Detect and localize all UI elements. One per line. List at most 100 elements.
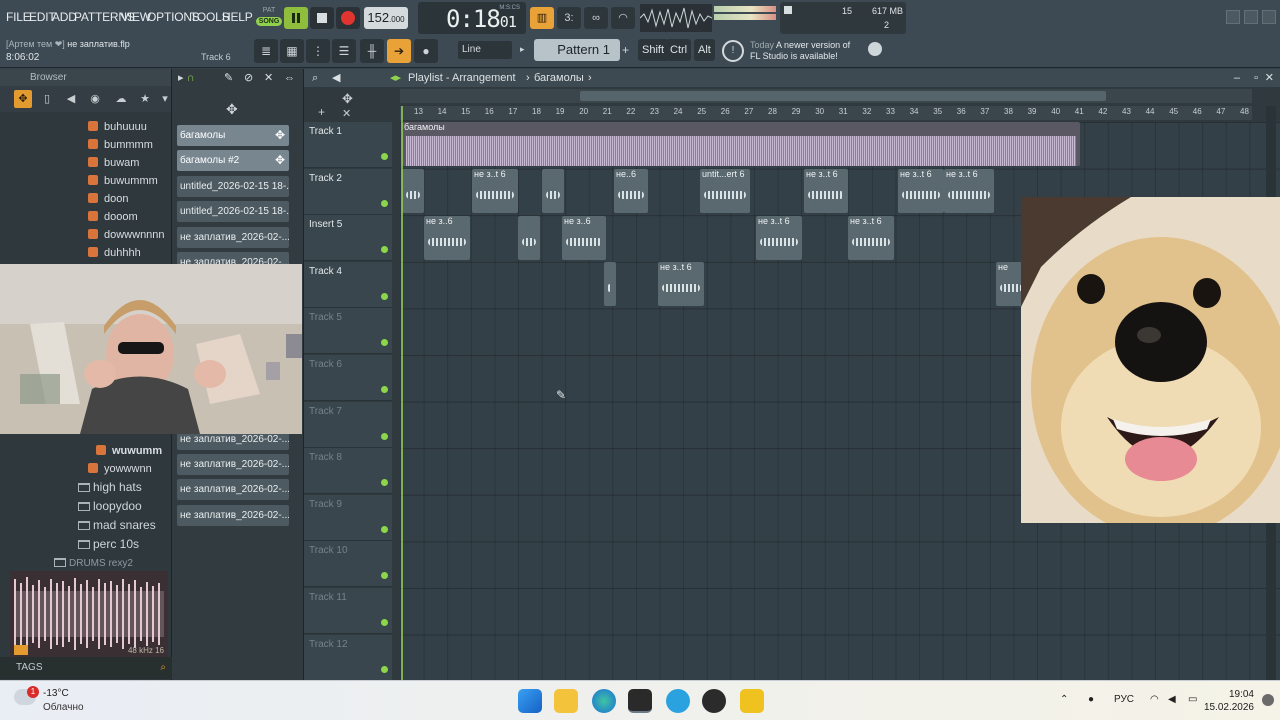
- telegram-icon[interactable]: [666, 689, 690, 713]
- snap-select[interactable]: Line: [458, 41, 512, 59]
- tool-delete-icon[interactable]: ⊘: [244, 69, 253, 87]
- track-mute-led[interactable]: [381, 339, 388, 347]
- picker-move-icon[interactable]: ✥: [226, 101, 238, 118]
- plugin-icon[interactable]: ╫: [360, 39, 384, 63]
- globe-icon[interactable]: [868, 42, 882, 56]
- playlist-close-icon[interactable]: ✕: [1265, 69, 1274, 87]
- track-header[interactable]: Track 5: [304, 308, 392, 355]
- track-mute-led[interactable]: [381, 479, 388, 487]
- picker-item[interactable]: не заплатив_2026-02-...: [177, 505, 289, 526]
- metronome-icon[interactable]: ◠: [611, 7, 635, 29]
- browser-file[interactable]: doon: [88, 190, 128, 208]
- browser-file[interactable]: yowwwnn: [88, 460, 152, 478]
- picker-item[interactable]: багамолы #2 ✥: [177, 150, 289, 171]
- microphone-tray-icon[interactable]: ●: [1088, 694, 1094, 705]
- add-track-icon[interactable]: +: [318, 105, 325, 119]
- microphone-icon[interactable]: ●: [414, 39, 438, 63]
- browser-file[interactable]: buwam: [88, 154, 139, 172]
- browser-file[interactable]: buhuuuu: [88, 118, 147, 136]
- tool-arrow-icon[interactable]: ▸: [178, 72, 184, 84]
- record-button[interactable]: [336, 7, 360, 29]
- audio-clip[interactable]: [542, 169, 564, 213]
- track-mute-led[interactable]: [381, 199, 388, 207]
- playlist-cut-icon[interactable]: ✕: [342, 107, 351, 120]
- track-mute-led[interactable]: [381, 292, 388, 300]
- piano-roll-icon[interactable]: ▦: [280, 39, 304, 63]
- ctrl-key-button[interactable]: Ctrl: [666, 39, 692, 61]
- menu-help[interactable]: HELP: [222, 10, 253, 24]
- track-mute-led[interactable]: [381, 665, 388, 673]
- browser-folder[interactable]: loopydoo: [78, 497, 142, 516]
- mixer-icon[interactable]: ☰: [332, 39, 356, 63]
- tool-slice-icon[interactable]: ⇔: [284, 69, 295, 87]
- picker-item[interactable]: untitled_2026-02-15 18-...: [177, 176, 289, 197]
- tool-zoom-icon[interactable]: ⌕: [312, 69, 318, 87]
- speaker-icon[interactable]: ◀: [62, 90, 80, 108]
- audio-clip[interactable]: не з..6: [562, 216, 606, 260]
- search-icon[interactable]: ⌕: [160, 657, 166, 679]
- shift-key-button[interactable]: Shift: [638, 39, 669, 61]
- browser-file[interactable]: buwummm: [88, 172, 158, 190]
- audio-clip[interactable]: [402, 169, 424, 213]
- tool-draw-icon[interactable]: ✎: [224, 69, 233, 87]
- news-icon[interactable]: !: [722, 40, 744, 62]
- tags-bar[interactable]: TAGS ⌕: [0, 657, 172, 679]
- track-mute-led[interactable]: [381, 572, 388, 580]
- audio-clip[interactable]: [604, 262, 616, 306]
- track-mute-led[interactable]: [381, 432, 388, 440]
- pattern-select[interactable]: Pattern 1: [534, 39, 620, 61]
- playlist-title-bar[interactable]: ▸ ∩ ✎ ⊘ ✕ ⇔ ⌕ ◀ ◂▸ Playlist - Arrangemen…: [178, 69, 1280, 87]
- tempo-display[interactable]: 152.000: [364, 7, 408, 29]
- audio-clip[interactable]: не з..t 6: [658, 262, 704, 306]
- track-mute-led[interactable]: [381, 525, 388, 533]
- time-ruler[interactable]: 13 14 15 16 17 18 19 20 21 22 23 24 25 26 27 28 29 30 31 32…: [400, 106, 1252, 120]
- file-explorer-icon[interactable]: [554, 689, 578, 713]
- track-header[interactable]: Track 7: [304, 401, 392, 448]
- battery-icon[interactable]: ▭: [1188, 694, 1197, 705]
- system-clock[interactable]: 19:04 15.02.2026: [1204, 688, 1254, 714]
- menu-file[interactable]: FILE: [6, 10, 31, 24]
- plugin-db-icon[interactable]: ◉: [86, 90, 104, 108]
- audio-clip[interactable]: [518, 216, 540, 260]
- browser-file[interactable]: duhhhh: [88, 244, 141, 262]
- audio-clip[interactable]: не з..6: [424, 216, 470, 260]
- track-header[interactable]: Track 4: [304, 261, 392, 308]
- tray-chevron-icon[interactable]: ⌃: [1060, 694, 1068, 705]
- wifi-icon[interactable]: ◠: [1150, 694, 1159, 705]
- edge-browser-icon[interactable]: [592, 689, 616, 713]
- pattern-prev-icon[interactable]: ▸: [520, 44, 525, 55]
- playhead[interactable]: [401, 106, 403, 680]
- picker-item[interactable]: untitled_2026-02-15 18-...: [177, 201, 289, 222]
- tool-magnet-icon[interactable]: ∩: [187, 72, 195, 84]
- star-icon[interactable]: ★: [136, 90, 154, 108]
- app-icon[interactable]: [740, 689, 764, 713]
- track-mute-led[interactable]: [381, 153, 388, 160]
- news-panel[interactable]: Today A newer version of FL Studio is av…: [750, 40, 850, 62]
- picker-item[interactable]: не заплатив_2026-02-...: [177, 454, 289, 475]
- weather-condition[interactable]: Облачно: [43, 702, 84, 713]
- document-icon[interactable]: ▯: [38, 90, 56, 108]
- browser-folder[interactable]: mad snares: [78, 516, 156, 535]
- close-icon[interactable]: [1262, 10, 1276, 24]
- snap-arrow-icon[interactable]: ➔: [387, 39, 411, 63]
- restore-icon[interactable]: [1244, 10, 1258, 24]
- playlist-minimize-icon[interactable]: –: [1234, 69, 1240, 87]
- stop-button[interactable]: [310, 7, 334, 29]
- channel-rack-icon[interactable]: ⋮: [306, 39, 330, 63]
- all-files-icon[interactable]: ✥: [14, 90, 32, 108]
- browser-file[interactable]: bummmm: [88, 136, 153, 154]
- track-header[interactable]: Track 1: [304, 122, 392, 168]
- track-mute-led[interactable]: [381, 386, 388, 393]
- audio-clip[interactable]: не з..t 6: [804, 169, 848, 213]
- language-indicator[interactable]: РУС: [1114, 694, 1134, 705]
- playlist-maximize-icon[interactable]: ▫: [1254, 69, 1258, 87]
- playlist-move-icon[interactable]: ✥: [342, 91, 353, 107]
- track-mute-led[interactable]: [381, 619, 388, 626]
- tool-mute-icon[interactable]: ✕: [264, 69, 273, 87]
- windows-start-icon[interactable]: [518, 689, 542, 713]
- audio-clip[interactable]: не з..t 6: [848, 216, 894, 260]
- track-header[interactable]: Track 8: [304, 448, 392, 495]
- typing-keyboard-icon[interactable]: ▥: [530, 7, 554, 29]
- cloud-icon[interactable]: ☁: [112, 90, 130, 108]
- browser-file[interactable]: dooom: [88, 208, 138, 226]
